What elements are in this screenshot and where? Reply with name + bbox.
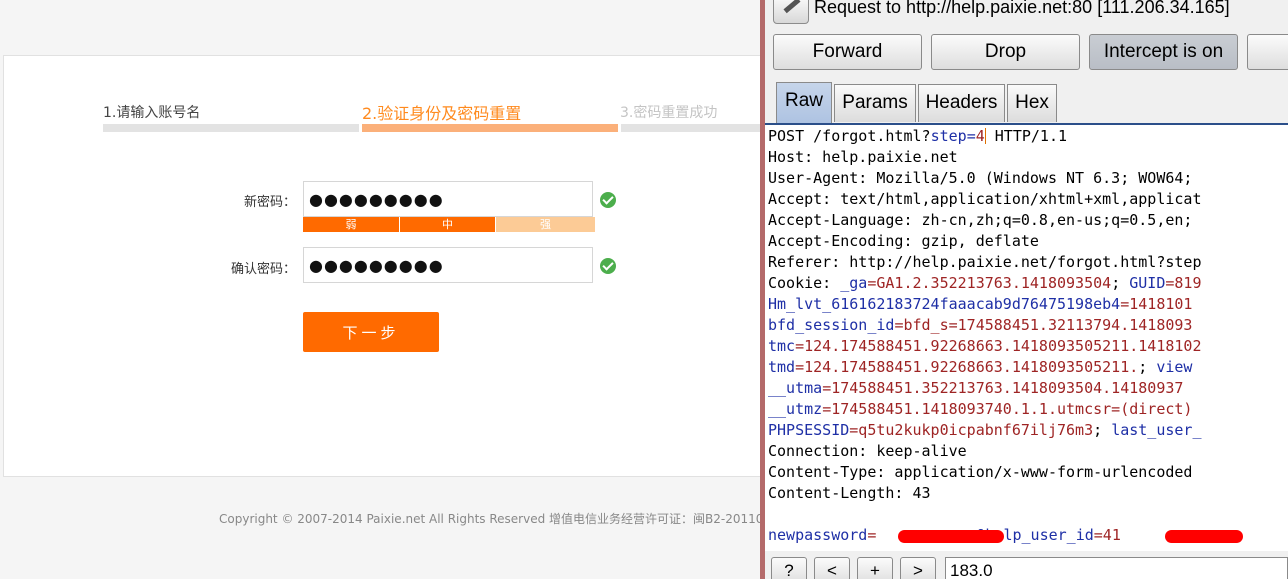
confirm-password-valid-check-icon <box>600 258 616 274</box>
request-header: Request to http://help.paixie.net:80 [11… <box>765 0 1288 28</box>
search-input[interactable] <box>945 557 1288 579</box>
redaction-mark <box>898 530 1004 543</box>
header-accept-language: Accept-Language: zh-cn,zh;q=0.8,en-us;q=… <box>768 211 1193 229</box>
add-button[interactable]: + <box>857 557 893 579</box>
tab-headers[interactable]: Headers <box>918 84 1005 122</box>
new-password-input[interactable] <box>304 182 589 216</box>
pencil-edit-icon[interactable] <box>773 0 809 24</box>
redaction-mark <box>1165 530 1243 543</box>
header-host: Host: help.paixie.net <box>768 148 958 166</box>
tab-raw[interactable]: Raw <box>776 82 832 123</box>
step-1-label: 1.请输入账号名 <box>103 105 201 121</box>
step-1-bar <box>103 124 359 132</box>
header-accept-encoding: Accept-Encoding: gzip, deflate <box>768 232 1039 250</box>
next-step-button[interactable]: 下一步 <box>303 312 439 352</box>
header-content-type: Content-Type: application/x-www-form-url… <box>768 463 1193 481</box>
confirm-password-label: 确认密码： <box>230 262 296 277</box>
header-accept: Accept: text/html,application/xhtml+xml,… <box>768 190 1202 208</box>
step-3-label: 3.密码重置成功 <box>620 105 718 121</box>
tab-hex[interactable]: Hex <box>1007 84 1057 122</box>
new-password-valid-check-icon <box>600 192 616 208</box>
previous-match-button[interactable]: < <box>814 557 850 579</box>
web-page: 1.请输入账号名 2.验证身份及密码重置 3.密码重置成功 新密码： 弱 中 强… <box>0 0 760 579</box>
action-button[interactable] <box>1247 34 1288 70</box>
cookie-line: __utmz=174588451.1418093740.1.1.utmcsr=(… <box>768 400 1193 418</box>
bottom-toolbar: ? < + > <box>765 551 1288 579</box>
cookie-line: PHPSESSID=q5tu2kukp0icpabnf67ilj76m3; la… <box>768 421 1202 439</box>
tab-params[interactable]: Params <box>834 84 916 122</box>
cookie-line: tmd=124.174588451.92268663.1418093505211… <box>768 358 1193 376</box>
step-3-bar <box>621 124 760 132</box>
step-2-label: 2.验证身份及密码重置 <box>362 104 522 123</box>
new-password-label: 新密码： <box>243 195 296 210</box>
strength-strong: 强 <box>496 217 595 232</box>
burp-intercept-panel: Request to http://help.paixie.net:80 [11… <box>765 0 1288 579</box>
request-line: POST /forgot.html?step=4 HTTP/1.1 <box>768 127 1068 145</box>
request-title: Request to http://help.paixie.net:80 [11… <box>814 0 1230 17</box>
header-connection: Connection: keep-alive <box>768 442 967 460</box>
next-match-button[interactable]: > <box>900 557 936 579</box>
cookie-line: tmc=124.174588451.92268663.1418093505211… <box>768 337 1202 355</box>
header-content-length: Content-Length: 43 <box>768 484 931 502</box>
new-password-field[interactable] <box>303 181 593 217</box>
raw-request-editor[interactable]: POST /forgot.html?step=4 HTTP/1.1 Host: … <box>765 123 1288 553</box>
drop-button[interactable]: Drop <box>931 34 1080 70</box>
confirm-password-input[interactable] <box>304 248 589 282</box>
help-button[interactable]: ? <box>771 557 807 579</box>
copyright-text: Copyright © 2007-2014 Paixie.net All Rig… <box>219 512 760 526</box>
header-user-agent: User-Agent: Mozilla/5.0 (Windows NT 6.3;… <box>768 169 1193 187</box>
confirm-password-field[interactable] <box>303 247 593 283</box>
strength-medium: 中 <box>400 217 495 232</box>
cookie-line: Hm_lvt_616162183724faaacab9d76475198eb4=… <box>768 295 1193 313</box>
cookie-line: bfd_session_id=bfd_s=174588451.32113794.… <box>768 316 1193 334</box>
intercept-toggle-button[interactable]: Intercept is on <box>1089 34 1238 70</box>
cookie-line: __utma=174588451.352213763.1418093504.14… <box>768 379 1184 397</box>
step-2-bar <box>362 124 618 132</box>
header-referer: Referer: http://help.paixie.net/forgot.h… <box>768 253 1202 271</box>
header-cookie: Cookie: _ga=GA1.2.352213763.1418093504; … <box>768 274 1202 292</box>
forward-button[interactable]: Forward <box>773 34 922 70</box>
strength-weak: 弱 <box>303 217 399 232</box>
